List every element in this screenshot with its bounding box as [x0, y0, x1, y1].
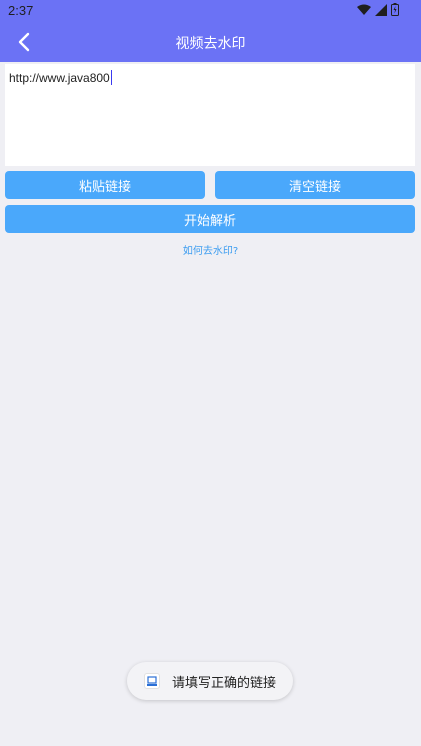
- battery-icon: [391, 3, 399, 16]
- app-icon: [144, 673, 160, 689]
- url-input-value: http://www.java800: [9, 71, 110, 85]
- signal-icon: [375, 3, 387, 16]
- status-time: 2:37: [8, 3, 34, 18]
- clear-link-button[interactable]: 清空链接: [215, 171, 415, 199]
- app-bar: 视频去水印: [0, 22, 421, 62]
- how-to-remove-watermark-link[interactable]: 如何去水印?: [0, 242, 421, 257]
- paste-link-button[interactable]: 粘贴链接: [5, 171, 205, 199]
- wifi-icon: [357, 4, 371, 15]
- page-title: 视频去水印: [175, 36, 246, 52]
- url-input[interactable]: http://www.java800: [5, 64, 415, 166]
- toast: 请填写正确的链接: [127, 662, 293, 700]
- status-bar: 2:37: [0, 0, 421, 22]
- text-caret: [110, 70, 112, 85]
- start-parse-button[interactable]: 开始解析: [5, 205, 415, 233]
- toast-message: 请填写正确的链接: [172, 675, 277, 691]
- status-icons: [357, 3, 399, 16]
